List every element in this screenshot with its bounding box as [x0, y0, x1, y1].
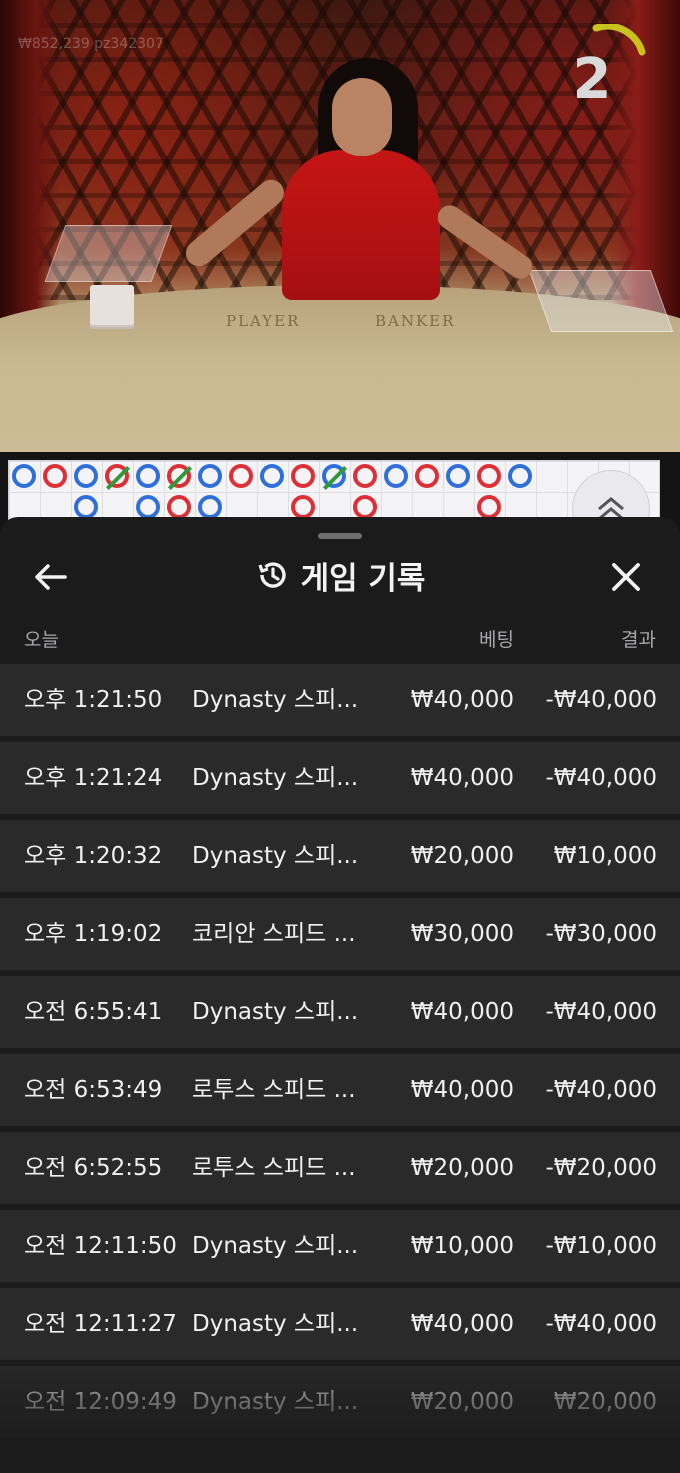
dealer-body — [282, 150, 440, 300]
row-time: 오전 12:11:27 — [24, 1311, 177, 1337]
history-row[interactable]: 오후 1:21:24 Dynasty 스피... ₩40,000 -₩40,000 — [0, 742, 680, 814]
row-game: Dynasty 스피... — [192, 687, 359, 713]
bead-player — [198, 464, 222, 488]
bead-banker — [353, 464, 377, 488]
row-bet: ₩10,000 — [410, 1233, 514, 1259]
bead-player — [384, 464, 408, 488]
bead-banker — [353, 495, 377, 519]
history-row[interactable]: 오전 12:11:27 Dynasty 스피... ₩40,000 -₩40,000 — [0, 1288, 680, 1360]
table-label-player: PLAYER — [226, 312, 301, 330]
row-result: -₩40,000 — [545, 999, 657, 1025]
history-list: 오후 1:21:50 Dynasty 스피... ₩40,000 -₩40,000 오후… — [0, 664, 680, 1444]
row-bet: ₩40,000 — [410, 999, 514, 1025]
row-result: ₩10,000 — [553, 843, 657, 869]
row-game: Dynasty 스피... — [192, 1233, 359, 1259]
row-result: -₩10,000 — [545, 1233, 657, 1259]
history-row[interactable]: 오후 1:20:32 Dynasty 스피... ₩20,000 ₩10,000 — [0, 820, 680, 892]
history-row[interactable]: 오전 6:52:55 로투스 스피드 ... ₩20,000 -₩20,000 — [0, 1132, 680, 1204]
row-time: 오전 12:09:49 — [24, 1389, 177, 1415]
bead-banker — [43, 464, 67, 488]
bead-banker — [229, 464, 253, 488]
row-result: -₩20,000 — [545, 1155, 657, 1181]
history-row[interactable]: 오전 6:53:49 로투스 스피드 ... ₩40,000 -₩40,000 — [0, 1054, 680, 1126]
bead-player — [12, 464, 36, 488]
bead-banker — [415, 464, 439, 488]
bead-banker — [105, 464, 129, 488]
card-shoe — [528, 270, 674, 332]
history-row[interactable]: 오전 12:11:50 Dynasty 스피... ₩10,000 -₩10,000 — [0, 1210, 680, 1282]
row-time: 오후 1:21:24 — [24, 765, 163, 791]
bead-player — [74, 464, 98, 488]
drag-handle[interactable] — [318, 533, 362, 539]
row-bet: ₩20,000 — [410, 1155, 514, 1181]
row-game: Dynasty 스피... — [192, 843, 359, 869]
history-row[interactable]: 오전 6:55:41 Dynasty 스피... ₩40,000 -₩40,000 — [0, 976, 680, 1048]
row-time: 오후 1:20:32 — [24, 843, 163, 869]
column-header-bet: 베팅 — [479, 629, 514, 651]
row-time: 오후 1:19:02 — [24, 921, 163, 947]
history-icon — [258, 562, 286, 588]
bead-player — [322, 464, 346, 488]
row-game: 로투스 스피드 ... — [192, 1077, 356, 1103]
bead-banker — [477, 495, 501, 519]
row-bet: ₩20,000 — [410, 843, 514, 869]
history-row[interactable]: 오전 12:09:49 Dynasty 스피... ₩20,000 ₩20,000 — [0, 1366, 680, 1438]
sheet-header: 게임 기록 — [0, 547, 680, 603]
bead-player — [260, 464, 284, 488]
row-game: 로투스 스피드 ... — [192, 1155, 356, 1181]
live-video: PLAYER BANKER ₩852,239 pz342307 2 — [0, 0, 680, 452]
row-bet: ₩40,000 — [410, 765, 514, 791]
row-bet: ₩20,000 — [410, 1389, 514, 1415]
table-label-banker: BANKER — [375, 312, 456, 330]
row-result: -₩40,000 — [545, 687, 657, 713]
row-result: -₩30,000 — [545, 921, 657, 947]
row-game: Dynasty 스피... — [192, 1311, 359, 1337]
bead-player — [136, 464, 160, 488]
arrow-left-icon — [35, 564, 67, 590]
history-row[interactable]: 오후 1:19:02 코리안 스피드 ... ₩30,000 -₩30,000 — [0, 898, 680, 970]
row-bet: ₩40,000 — [410, 687, 514, 713]
discard-tray — [44, 225, 173, 282]
card-stack — [90, 285, 134, 325]
column-header-date: 오늘 — [24, 629, 59, 651]
bead-player — [446, 464, 470, 488]
bead-banker — [291, 464, 315, 488]
row-time: 오후 1:21:50 — [24, 687, 163, 713]
row-result: -₩40,000 — [545, 1311, 657, 1337]
bead-banker — [477, 464, 501, 488]
row-game: Dynasty 스피... — [192, 765, 359, 791]
row-time: 오전 12:11:50 — [24, 1233, 177, 1259]
bead-player — [198, 495, 222, 519]
row-time: 오전 6:53:49 — [24, 1077, 163, 1103]
column-header-result: 결과 — [621, 629, 656, 651]
bead-banker — [167, 495, 191, 519]
row-result: ₩20,000 — [553, 1389, 657, 1415]
dealer-face — [332, 78, 392, 156]
row-result: -₩40,000 — [545, 1077, 657, 1103]
close-button[interactable] — [606, 557, 650, 597]
session-watermark: ₩852,239 pz342307 — [18, 36, 164, 52]
countdown-timer: 2 — [572, 47, 612, 112]
row-bet: ₩30,000 — [410, 921, 514, 947]
row-result: -₩40,000 — [545, 765, 657, 791]
bead-player — [136, 495, 160, 519]
row-bet: ₩40,000 — [410, 1077, 514, 1103]
bead-banker — [291, 495, 315, 519]
row-game: 코리안 스피드 ... — [192, 921, 356, 947]
row-game: Dynasty 스피... — [192, 999, 359, 1025]
game-history-sheet: 게임 기록 오늘 베팅 결과 오후 1:21:50 Dynasty 스피... ₩4… — [0, 517, 680, 1473]
close-icon — [612, 563, 640, 591]
row-time: 오전 6:52:55 — [24, 1155, 163, 1181]
title-group: 게임 기록 — [0, 547, 680, 603]
bead-player — [74, 495, 98, 519]
row-bet: ₩40,000 — [410, 1311, 514, 1337]
bead-player — [508, 464, 532, 488]
row-time: 오전 6:55:41 — [24, 999, 163, 1025]
history-row[interactable]: 오후 1:21:50 Dynasty 스피... ₩40,000 -₩40,000 — [0, 664, 680, 736]
row-game: Dynasty 스피... — [192, 1389, 359, 1415]
back-button[interactable] — [32, 557, 72, 597]
sheet-title: 게임 기록 — [300, 560, 426, 597]
bead-banker — [167, 464, 191, 488]
